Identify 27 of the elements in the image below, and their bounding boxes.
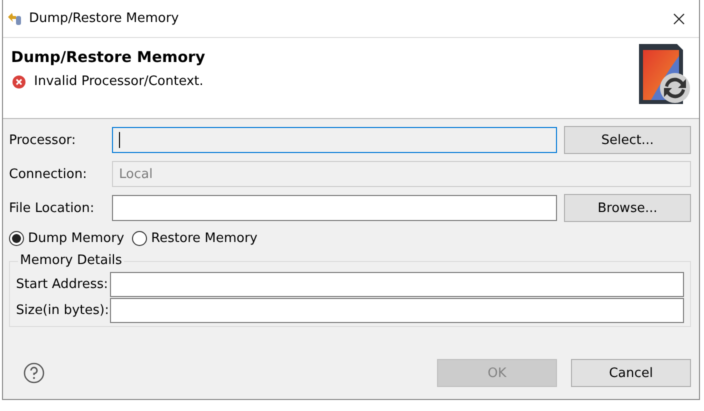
text-field[interactable] bbox=[112, 127, 557, 153]
error-icon bbox=[12, 74, 26, 88]
radio-button[interactable] bbox=[9, 231, 24, 246]
browse-button[interactable]: Browse... bbox=[564, 194, 691, 222]
group-title: Memory Details bbox=[18, 253, 124, 268]
radio-option[interactable]: Restore Memory bbox=[132, 231, 258, 246]
field-label: Connection: bbox=[9, 166, 88, 182]
field-label: Start Address: bbox=[16, 277, 106, 292]
cancel-button[interactable]: Cancel bbox=[571, 359, 691, 387]
field-label: Processor: bbox=[9, 132, 77, 148]
radio-option[interactable]: Dump Memory bbox=[9, 231, 124, 246]
browse-button[interactable]: Select... bbox=[564, 126, 691, 154]
error-message: Invalid Processor/Context. bbox=[34, 74, 204, 89]
text-field[interactable] bbox=[110, 298, 684, 323]
radio-label: Dump Memory bbox=[28, 231, 124, 246]
help-icon[interactable] bbox=[23, 362, 45, 384]
app-icon bbox=[7, 10, 23, 26]
field-label: File Location: bbox=[9, 200, 96, 216]
text-field[interactable] bbox=[112, 195, 557, 221]
radio-button[interactable] bbox=[132, 231, 148, 246]
field-label: Size(in bytes): bbox=[16, 303, 106, 318]
memory-card-sync-icon bbox=[637, 42, 691, 106]
window-title: Dump/Restore Memory bbox=[29, 11, 180, 26]
text-field: Local bbox=[112, 161, 691, 187]
text-field[interactable] bbox=[110, 272, 684, 297]
radio-label: Restore Memory bbox=[151, 231, 258, 246]
dialog-heading: Dump/Restore Memory bbox=[11, 48, 206, 66]
